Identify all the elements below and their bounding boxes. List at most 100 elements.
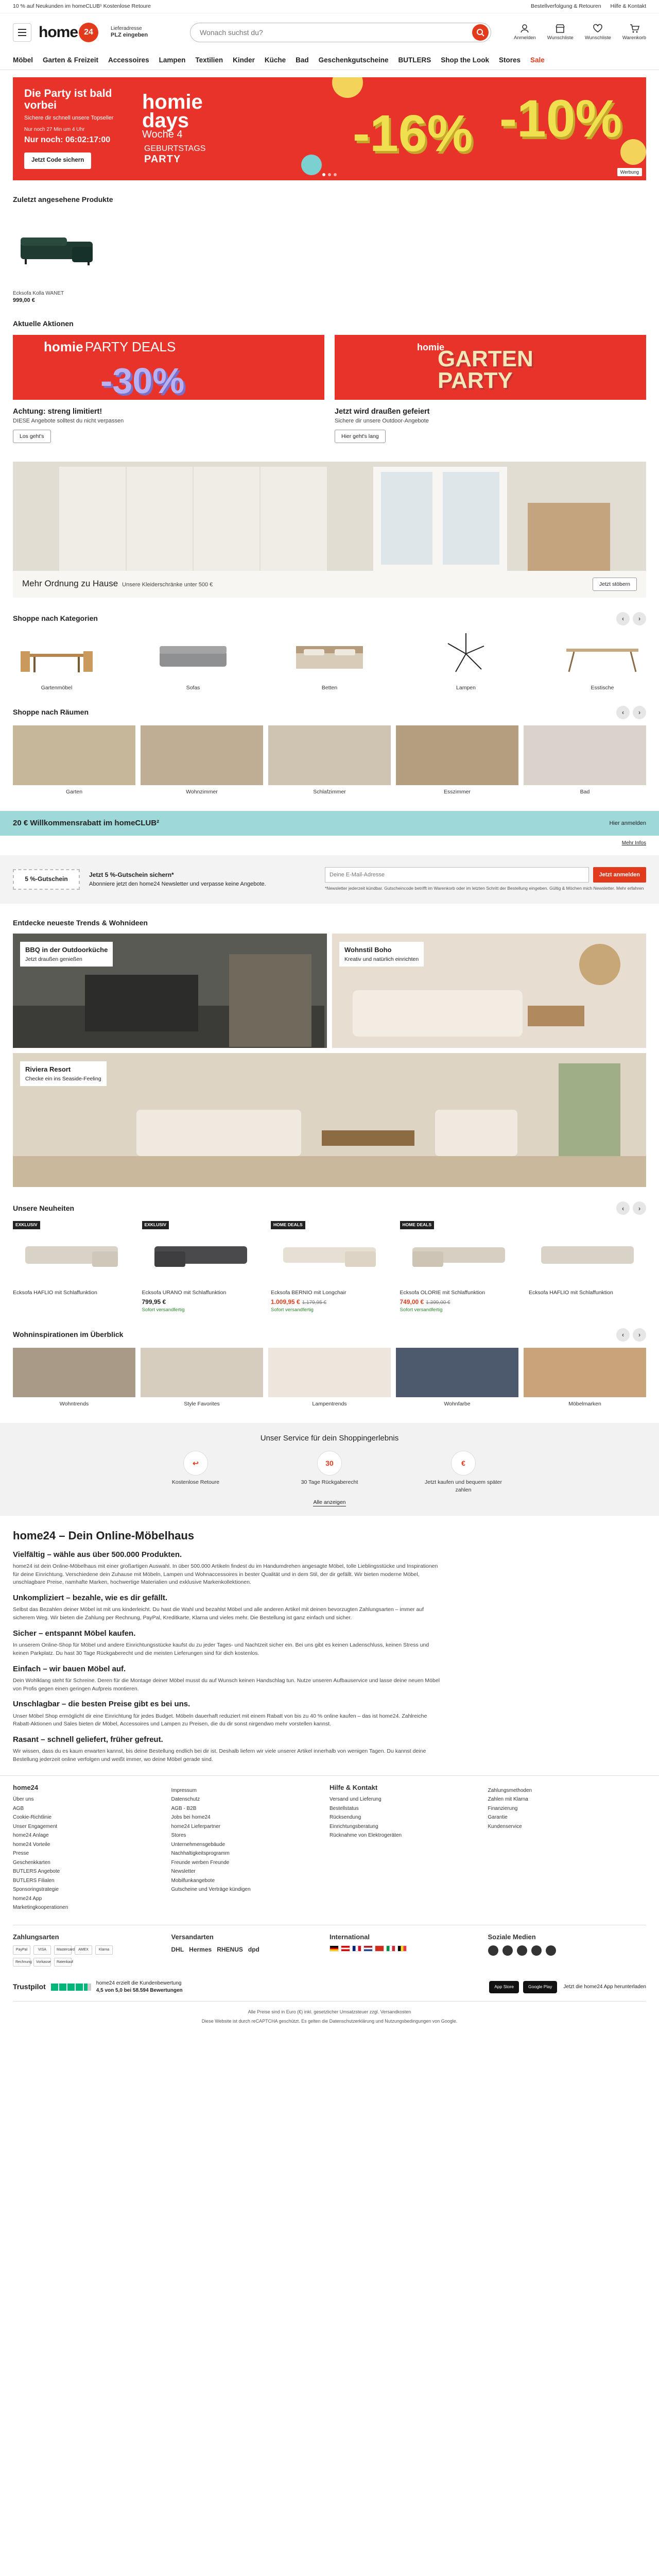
room-item[interactable]: Esszimmer	[396, 725, 518, 795]
hero-banner[interactable]: Die Party ist bald vorbei Sichere dir sc…	[13, 77, 646, 180]
nav-stores[interactable]: Stores	[499, 56, 521, 65]
product-card[interactable]: HOME DEALS Ecksofa OLORIE mit Schlaffunk…	[400, 1221, 517, 1313]
category-item[interactable]: Betten	[286, 632, 373, 691]
store-button[interactable]: Wunschliste	[547, 23, 574, 42]
footer-link[interactable]: home24 App	[13, 1895, 171, 1903]
next-arrow-icon[interactable]: ›	[633, 612, 646, 625]
pinterest-icon[interactable]	[516, 1945, 527, 1956]
facebook-icon[interactable]	[488, 1945, 498, 1956]
flag-be-icon[interactable]	[397, 1945, 407, 1952]
trend-card[interactable]: Wohnstil Boho Kreativ und natürlich einri…	[332, 934, 646, 1048]
room-item[interactable]: Bad	[524, 725, 646, 795]
footer-link[interactable]: home24 Lieferpartner	[171, 1823, 330, 1831]
flag-at-icon[interactable]	[341, 1945, 350, 1952]
footer-link[interactable]: Unternehmensgebäude	[171, 1841, 330, 1849]
club-cta[interactable]: Hier anmelden	[609, 820, 646, 827]
footer-link[interactable]: Unser Engagement	[13, 1823, 171, 1831]
menu-button[interactable]	[13, 23, 31, 42]
cart-button[interactable]: Warenkorb	[622, 23, 646, 42]
category-item[interactable]: Gartenmöbel	[13, 632, 100, 691]
nav-garten[interactable]: Garten & Freizeit	[43, 56, 98, 65]
help-link[interactable]: Hilfe & Kontakt	[611, 3, 646, 10]
category-item[interactable]: Sofas	[149, 632, 237, 691]
nav-geschenkgutscheine[interactable]: Geschenkgutscheine	[319, 56, 389, 65]
wishlist-button[interactable]: Wunschliste	[585, 23, 611, 42]
prev-arrow-icon[interactable]: ‹	[616, 612, 630, 625]
footer-link[interactable]: Marketingkooperationen	[13, 1904, 171, 1911]
flag-fr-icon[interactable]	[352, 1945, 361, 1952]
search-button[interactable]	[472, 24, 489, 41]
hero-cta-button[interactable]: Jetzt Code sichern	[24, 152, 92, 169]
prev-arrow-icon[interactable]: ‹	[616, 705, 630, 719]
promo-cta-button[interactable]: Los geht's	[13, 429, 51, 443]
product-card[interactable]: EXKLUSIV Ecksofa HAFLIO mit Schlaffunkti…	[13, 1221, 130, 1313]
search-input[interactable]	[200, 28, 473, 37]
footer-link[interactable]: Mobilfunkangebote	[171, 1877, 330, 1885]
promo-card-left[interactable]: homie PARTY DEALS -30% Achtung: streng l…	[13, 335, 324, 450]
product-card[interactable]: HOME DEALS Ecksofa BERNIO mit Longchair …	[271, 1221, 388, 1313]
footer-link[interactable]: home24 Vorteile	[13, 1841, 171, 1849]
footer-link[interactable]: BUTLERS Angebote	[13, 1868, 171, 1875]
app-store-button[interactable]: App Store	[489, 1981, 519, 1993]
trustpilot-widget[interactable]: Trustpilot home24 erzielt die Kundenbewe…	[13, 1980, 183, 1994]
nav-textilien[interactable]: Textilien	[195, 56, 223, 65]
nav-kueche[interactable]: Küche	[265, 56, 286, 65]
delivery-address[interactable]: Lieferadresse PLZ eingeben	[111, 26, 167, 39]
footer-link[interactable]: BUTLERS Filialen	[13, 1877, 171, 1885]
nav-moebel[interactable]: Möbel	[13, 56, 33, 65]
footer-link[interactable]: Newsletter	[171, 1868, 330, 1875]
flag-it-icon[interactable]	[386, 1945, 395, 1952]
nav-shop-the-look[interactable]: Shop the Look	[441, 56, 489, 65]
order-tracking-link[interactable]: Bestellverfolgung & Retouren	[531, 3, 601, 10]
footer-link[interactable]: home24 Anlage	[13, 1832, 171, 1839]
footer-link[interactable]: Cookie-Richtlinie	[13, 1814, 171, 1821]
newsletter-email-input[interactable]	[325, 867, 589, 883]
footer-link[interactable]: Gutscheine und Verträge kündigen	[171, 1886, 330, 1893]
account-button[interactable]: Anmelden	[514, 23, 536, 42]
footer-link[interactable]: Bestellstatus	[330, 1805, 488, 1812]
club-banner[interactable]: 20 € Willkommensrabatt im homeCLUB² Hier…	[0, 811, 659, 836]
wardrobe-banner[interactable]: Mehr Ordnung zu Hause Unsere Kleiderschrä…	[13, 461, 646, 598]
footer-link[interactable]: Geschenkkarten	[13, 1859, 171, 1867]
category-item[interactable]: Esstische	[559, 632, 646, 691]
footer-link[interactable]: Freunde werben Freunde	[171, 1859, 330, 1867]
promo-card-right[interactable]: homie GARTEN PARTY Jetzt wird draußen gef…	[335, 335, 646, 450]
footer-link[interactable]: Kundenservice	[488, 1823, 647, 1831]
footer-link[interactable]: AGB	[13, 1805, 171, 1812]
footer-link[interactable]: Sponsoringstrategie	[13, 1886, 171, 1893]
flag-de-icon[interactable]	[330, 1945, 339, 1952]
footer-link[interactable]: Über uns	[13, 1796, 171, 1803]
footer-link[interactable]: Einrichtungsberatung	[330, 1823, 488, 1831]
category-item[interactable]: Lampen	[422, 632, 510, 691]
service-more-link[interactable]: Alle anzeigen	[313, 1499, 346, 1506]
footer-link[interactable]: Nachhaltigkeitsprogramm	[171, 1850, 330, 1857]
footer-link[interactable]: Stores	[171, 1832, 330, 1839]
prev-arrow-icon[interactable]: ‹	[616, 1328, 630, 1342]
room-item[interactable]: Garten	[13, 725, 135, 795]
youtube-icon[interactable]	[531, 1945, 542, 1956]
footer-link[interactable]: Zahlen mit Klarna	[488, 1796, 647, 1803]
next-arrow-icon[interactable]: ›	[633, 1328, 646, 1342]
inspiration-item[interactable]: Style Favorites	[141, 1347, 263, 1408]
nav-bad[interactable]: Bad	[296, 56, 309, 65]
newsletter-submit-button[interactable]: Jetzt anmelden	[593, 867, 646, 883]
inspiration-item[interactable]: Möbelmarken	[524, 1347, 646, 1408]
footer-link[interactable]: Impressum	[171, 1787, 330, 1794]
trend-card[interactable]: BBQ in der Outdoorküche Jetzt draußen gen…	[13, 934, 327, 1048]
nav-kinder[interactable]: Kinder	[233, 56, 255, 65]
nav-butlers[interactable]: BUTLERS	[398, 56, 431, 65]
country-flags[interactable]	[330, 1945, 448, 1952]
nav-accessoires[interactable]: Accessoires	[108, 56, 149, 65]
footer-link[interactable]: Rücknahme von Elektrogeräten	[330, 1832, 488, 1839]
prev-arrow-icon[interactable]: ‹	[616, 1201, 630, 1215]
product-card[interactable]: Ecksofa HAFLIO mit Schlaffunktion	[529, 1221, 646, 1313]
trend-card[interactable]: Riviera Resort Checke ein ins Seaside-Fee…	[13, 1053, 646, 1188]
footer-link[interactable]: Finanzierung	[488, 1805, 647, 1812]
inspiration-item[interactable]: Wohnfarbe	[396, 1347, 518, 1408]
inspiration-item[interactable]: Lampentrends	[268, 1347, 391, 1408]
footer-link[interactable]: Presse	[13, 1850, 171, 1857]
footer-link[interactable]: AGB - B2B	[171, 1805, 330, 1812]
product-card[interactable]: EXKLUSIV Ecksofa URANO mit Schlaffunktio…	[142, 1221, 259, 1313]
footer-link[interactable]: Garantie	[488, 1814, 647, 1821]
carousel-dots[interactable]	[322, 173, 337, 176]
